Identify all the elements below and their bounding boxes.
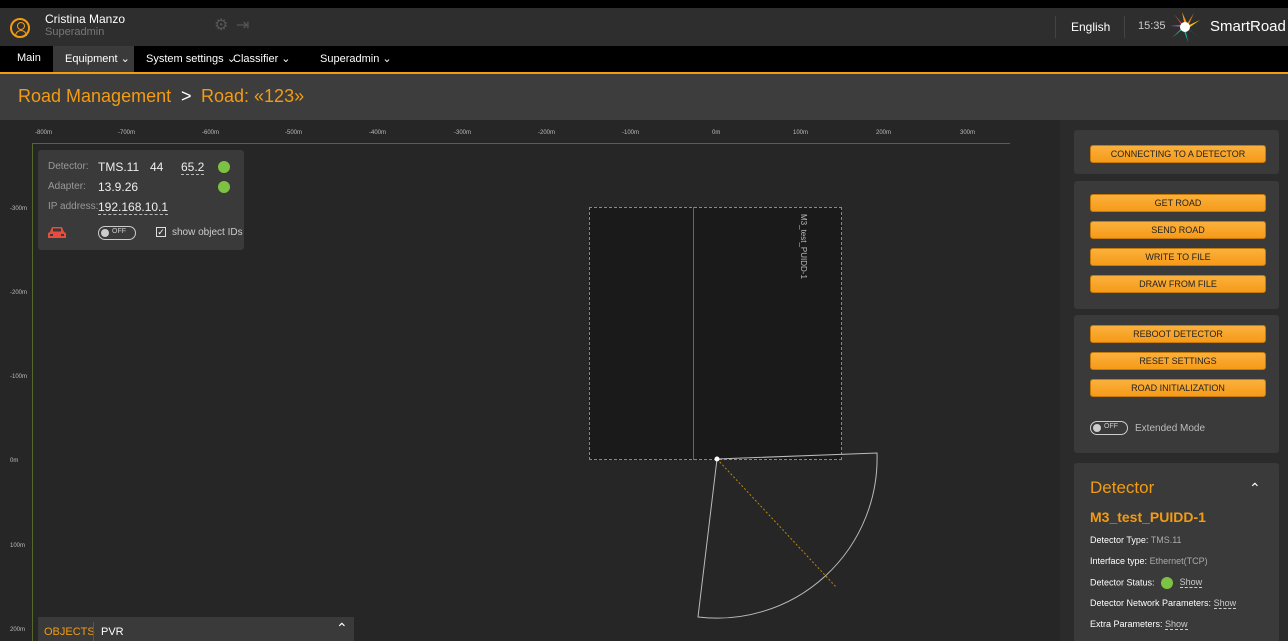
tab-objects[interactable]: OBJECTS	[44, 626, 95, 638]
breadcrumb-separator: >	[181, 86, 192, 106]
ruler-y-label: 100m	[10, 543, 26, 549]
ruler-y-axis	[32, 143, 33, 641]
toggle-knob	[101, 229, 109, 237]
ruler-x-label: -400m	[369, 130, 387, 136]
send-road-button[interactable]: SEND ROAD	[1090, 221, 1266, 239]
ip-address[interactable]: 192.168.10.1	[98, 200, 169, 215]
ip-label: IP address:	[48, 201, 99, 212]
ruler-x-label: -100m	[622, 130, 640, 136]
extended-mode-toggle[interactable]: OFF	[1090, 421, 1128, 435]
detector-type: TMS.11	[98, 160, 140, 174]
ruler-y-label: 0m	[10, 458, 19, 464]
ruler-x-label: 0m	[712, 130, 721, 136]
extra-params-row: Extra Parameters: Show	[1090, 619, 1188, 630]
clock: 15:35	[1138, 20, 1166, 32]
extended-mode-label: Extended Mode	[1135, 423, 1206, 434]
extra-params-show-link[interactable]: Show	[1165, 619, 1188, 630]
ruler-y-label: -100m	[10, 374, 28, 380]
divider	[1124, 16, 1125, 38]
smartroad-logo-icon	[1170, 12, 1200, 42]
divider	[1055, 16, 1056, 38]
detector-status-indicator	[218, 161, 230, 173]
adapter-status-indicator	[218, 181, 230, 193]
network-params-show-link[interactable]: Show	[1213, 598, 1237, 609]
detector-status-show-link[interactable]: Show	[1179, 577, 1203, 589]
top-header-bar: Cristina Manzo Superadmin ⚙ ⇥ English 15…	[0, 8, 1288, 46]
brand-name: SmartRoad	[1210, 18, 1286, 35]
user-role: Superadmin	[45, 26, 105, 38]
object-toggle[interactable]: OFF	[98, 226, 136, 240]
gear-icon[interactable]: ⚙	[214, 18, 230, 34]
nav-superadmin[interactable]: Superadmin ⌄	[320, 52, 392, 65]
ruler-x-label: 300m	[960, 130, 976, 136]
detector-number: 44	[150, 160, 164, 174]
ruler-x-label: -200m	[538, 130, 556, 136]
ruler-x-axis	[32, 143, 1010, 144]
connect-detector-button[interactable]: CONNECTING TO A DETECTOR	[1090, 145, 1266, 163]
logout-icon[interactable]: ⇥	[236, 18, 252, 34]
show-object-ids-label: show object IDs	[172, 227, 243, 238]
top-header: Cristina Manzo Superadmin ⚙ ⇥ English 15…	[0, 0, 1288, 46]
reboot-detector-button[interactable]: REBOOT DETECTOR	[1090, 325, 1266, 343]
detector-label: Detector:	[48, 161, 89, 172]
write-to-file-button[interactable]: WRITE TO FILE	[1090, 248, 1266, 266]
ruler-x-label: -700m	[118, 130, 136, 136]
interface-type-value: Ethernet(TCP)	[1149, 556, 1208, 566]
ruler-x-label: 200m	[876, 130, 892, 136]
toggle-text: OFF	[1104, 423, 1118, 430]
ruler-x-label: 100m	[793, 130, 809, 136]
detector-card-title: Detector	[1090, 478, 1155, 497]
nav-classifier[interactable]: Classifier ⌄	[233, 52, 291, 65]
detector-name: M3_test_PUIDD-1	[1090, 509, 1206, 525]
ruler-x-label: -600m	[202, 130, 220, 136]
chevron-up-icon[interactable]: ⌃	[336, 620, 348, 637]
chevron-up-icon[interactable]: ⌃	[1249, 480, 1261, 497]
nav-main[interactable]: Main	[17, 52, 41, 64]
road-lane-divider	[693, 207, 694, 460]
ruler-x-label: -800m	[35, 130, 53, 136]
network-params-label: Detector Network Parameters:	[1090, 598, 1212, 608]
detector-coverage-sector[interactable]	[690, 445, 890, 625]
breadcrumb-road-management[interactable]: Road Management	[18, 86, 171, 107]
divider	[93, 622, 94, 641]
detector-value[interactable]: 65.2	[181, 160, 205, 175]
draw-from-file-button[interactable]: DRAW FROM FILE	[1090, 275, 1266, 293]
user-name[interactable]: Cristina Manzo	[45, 12, 125, 26]
road-label: M3_test_PUIDD-1	[799, 214, 808, 279]
reset-settings-button[interactable]: RESET SETTINGS	[1090, 352, 1266, 370]
extra-params-label: Extra Parameters:	[1090, 619, 1163, 629]
interface-type-row: Interface type: Ethernet(TCP)	[1090, 556, 1208, 566]
road-initialization-button[interactable]: ROAD INITIALIZATION	[1090, 379, 1266, 397]
nav-system-settings[interactable]: System settings ⌄	[146, 52, 236, 65]
breadcrumb: Road Management > Road: «123»	[0, 74, 1288, 120]
show-object-ids-checkbox[interactable]: ✓	[156, 227, 166, 237]
user-avatar-icon[interactable]	[10, 18, 30, 38]
toggle-text: OFF	[112, 228, 126, 235]
adapter-value: 13.9.26	[98, 180, 139, 194]
nav-equipment[interactable]: Equipment ⌄	[65, 52, 130, 65]
breadcrumb-current: Road: «123»	[201, 86, 305, 106]
toggle-knob	[1093, 424, 1101, 432]
detector-type-row: Detector Type: TMS.11	[1090, 535, 1182, 545]
ruler-y-label: -200m	[10, 290, 28, 296]
ruler-y-label: -300m	[10, 206, 28, 212]
ruler-x-label: -300m	[454, 130, 472, 136]
ruler-y-label: 200m	[10, 627, 26, 633]
ruler-x-label: -500m	[285, 130, 303, 136]
tab-pvr[interactable]: PVR	[101, 626, 124, 638]
detector-type-label: Detector Type:	[1090, 535, 1149, 545]
adapter-label: Adapter:	[48, 181, 86, 192]
main-navbar: Main Equipment ⌄ System settings ⌄ Class…	[0, 46, 1288, 74]
detector-type-value: TMS.11	[1150, 535, 1182, 545]
detector-status-indicator	[1161, 577, 1174, 589]
detector-status-label: Detector Status:	[1090, 577, 1155, 588]
detector-status-row: Detector Status: Show	[1090, 577, 1203, 589]
language-selector[interactable]: English	[1071, 20, 1110, 34]
interface-type-label: Interface type:	[1090, 556, 1148, 566]
car-icon[interactable]	[47, 226, 67, 240]
get-road-button[interactable]: GET ROAD	[1090, 194, 1266, 212]
network-params-row: Detector Network Parameters: Show	[1090, 598, 1237, 609]
